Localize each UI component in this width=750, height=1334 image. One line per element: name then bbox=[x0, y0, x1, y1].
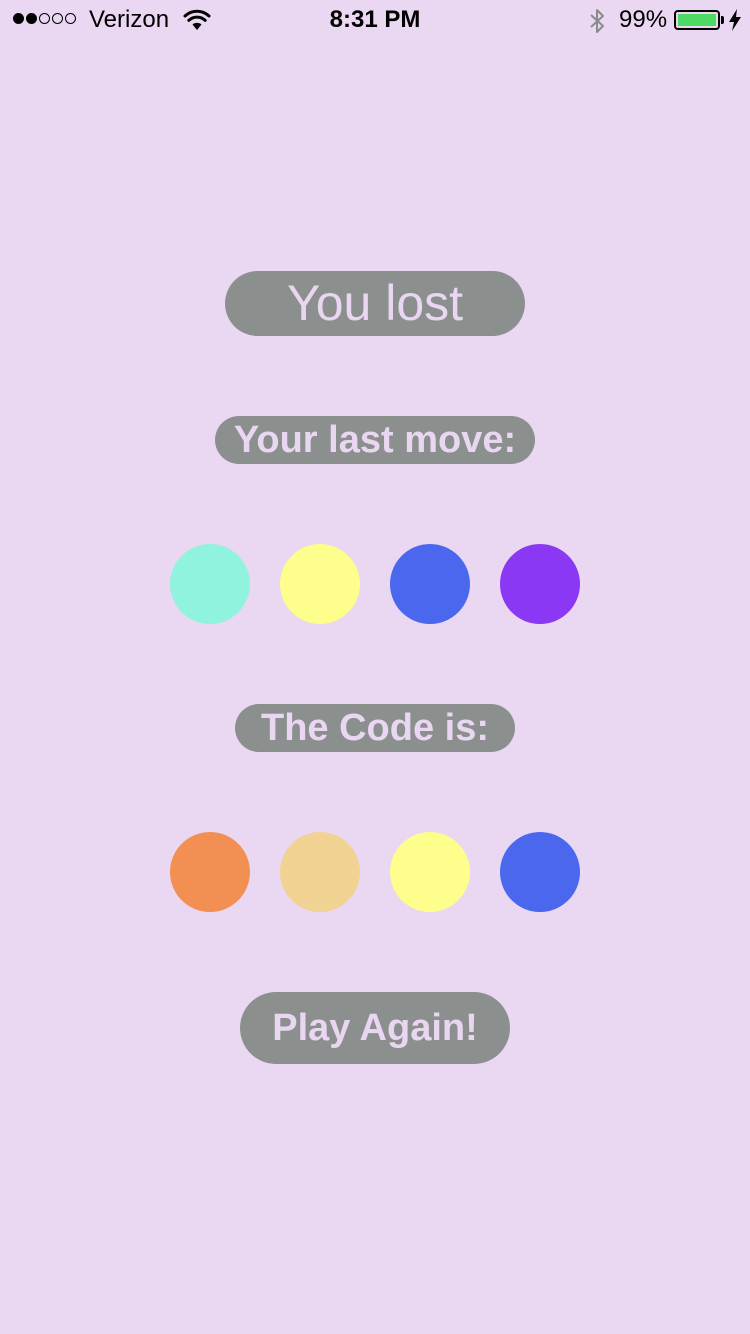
secret-code-pegs bbox=[170, 832, 580, 912]
last-move-peg-3 bbox=[390, 544, 470, 624]
bluetooth-icon bbox=[590, 9, 604, 33]
battery-percentage: 99% bbox=[619, 6, 668, 33]
code-peg-4 bbox=[500, 832, 580, 912]
code-label: The Code is: bbox=[235, 704, 515, 752]
code-peg-1 bbox=[170, 832, 250, 912]
charging-bolt-icon bbox=[729, 9, 741, 31]
last-move-peg-1 bbox=[170, 544, 250, 624]
battery-level-fill bbox=[678, 14, 716, 26]
last-move-peg-2 bbox=[280, 544, 360, 624]
last-move-pegs bbox=[170, 544, 580, 624]
last-move-peg-4 bbox=[500, 544, 580, 624]
status-bar: Verizon 8:31 PM 99% bbox=[0, 0, 750, 40]
code-peg-3 bbox=[390, 832, 470, 912]
code-peg-2 bbox=[280, 832, 360, 912]
battery-icon bbox=[674, 10, 720, 30]
last-move-label: Your last move: bbox=[215, 416, 535, 464]
battery-terminal bbox=[721, 16, 724, 24]
play-again-button[interactable]: Play Again! bbox=[240, 992, 510, 1064]
result-title: You lost bbox=[225, 271, 525, 336]
